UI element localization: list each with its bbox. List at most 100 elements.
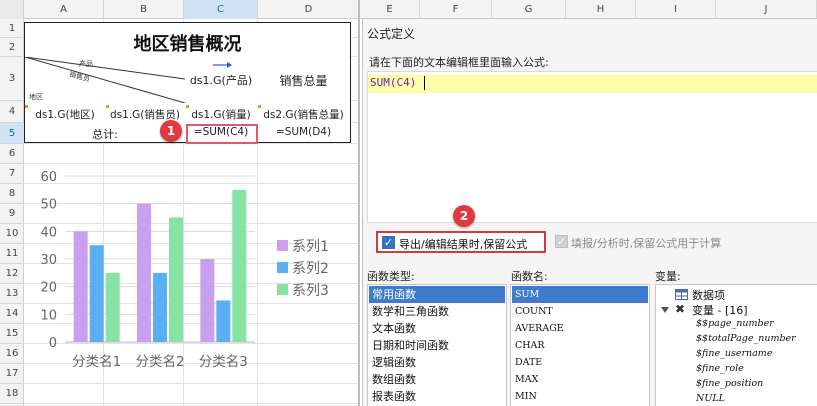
variable-icon: ✖ xyxy=(675,302,686,316)
row-header-1[interactable]: 1 xyxy=(0,19,24,38)
column-header-e[interactable]: E xyxy=(360,0,420,19)
function-name-list[interactable]: SUM COUNT AVERAGE CHAR DATE MAX MIN xyxy=(510,284,650,406)
bar[interactable] xyxy=(169,217,183,343)
bar[interactable] xyxy=(200,259,215,342)
function-name-label: 函数名: xyxy=(511,270,548,283)
keep-formula-on-fill-option: ✓ 填报/分析时,保留公式用于计算 xyxy=(555,234,785,252)
function-type-item[interactable]: 数组函数 xyxy=(369,371,505,388)
variables-tree[interactable]: 数据项 ✖ 变量 - [16] $$page_number $$totalPage… xyxy=(655,284,817,406)
function-name-item[interactable]: AVERAGE xyxy=(512,320,648,337)
row-header-2[interactable]: 2 xyxy=(0,38,24,57)
row-header-12[interactable]: 12 xyxy=(0,264,24,284)
function-type-item[interactable]: 逻辑函数 xyxy=(369,354,505,371)
formula-editor[interactable]: SUM(C4) xyxy=(367,71,817,223)
row-header-6[interactable]: 6 xyxy=(0,144,24,164)
bar-chart[interactable]: 0 10 20 30 40 50 60 分类名1 分类名2 分类名3 系列1 系列2 系列3 xyxy=(25,160,357,386)
y-tick-label: 10 xyxy=(40,308,57,323)
function-name-item[interactable]: DATE xyxy=(512,354,648,371)
legend-label: 系列2 xyxy=(292,261,329,277)
function-name-item[interactable]: MIN xyxy=(512,388,648,405)
row-header-14[interactable]: 14 xyxy=(0,304,24,324)
function-type-item[interactable]: 数学和三角函数 xyxy=(369,303,505,320)
row-header-3[interactable]: 3 xyxy=(0,57,24,101)
row-header-9[interactable]: 9 xyxy=(0,204,24,224)
row-header-10[interactable]: 10 xyxy=(0,224,24,244)
column-header-c[interactable]: C xyxy=(184,0,258,19)
function-type-item[interactable]: 日期和时间函数 xyxy=(369,337,505,354)
function-type-item[interactable]: 报表函数 xyxy=(369,388,505,405)
cell-D3[interactable]: 销售总量 xyxy=(257,57,351,105)
cell-C4-text: ds1.G(销量) xyxy=(191,109,251,121)
row-header-7[interactable]: 7 xyxy=(0,164,24,184)
bar[interactable] xyxy=(153,272,167,342)
bar[interactable] xyxy=(73,231,88,342)
bar[interactable] xyxy=(105,272,120,342)
variable-item[interactable]: $fine_role xyxy=(696,363,744,374)
step-badge-1: 1 xyxy=(160,120,182,142)
row-header-11[interactable]: 11 xyxy=(0,244,24,264)
formula-prompt: 请在下面的文本编辑框里面输入公式: xyxy=(369,56,549,69)
bar[interactable] xyxy=(232,189,247,342)
cell-C3[interactable]: ds1.G(产品) xyxy=(185,57,258,105)
cell-D4[interactable]: ds2.G(销售总量) xyxy=(257,104,351,124)
cell-D5[interactable]: =SUM(D4) xyxy=(257,123,351,143)
row-header-5[interactable]: 5 xyxy=(0,123,24,144)
function-type-item[interactable]: 文本函数 xyxy=(369,320,505,337)
variable-item[interactable]: $fine_position xyxy=(696,378,763,389)
row-header-13[interactable]: 13 xyxy=(0,284,24,304)
pane-divider[interactable] xyxy=(358,0,360,406)
cell-D5-formula: =SUM(D4) xyxy=(275,126,332,138)
variables-label: 变量: xyxy=(655,270,681,283)
text-caret xyxy=(424,76,425,90)
function-type-item[interactable]: 常用函数 xyxy=(369,286,505,303)
row-header-15[interactable]: 15 xyxy=(0,324,24,344)
select-all-corner[interactable] xyxy=(0,0,24,19)
row-header-4[interactable]: 4 xyxy=(0,101,24,123)
check-icon[interactable]: ✓ xyxy=(382,236,395,249)
bar[interactable] xyxy=(137,203,151,342)
column-header-d[interactable]: D xyxy=(258,0,360,19)
variable-item[interactable]: NULL xyxy=(696,393,725,404)
row-header-18[interactable]: 18 xyxy=(0,384,24,404)
spreadsheet[interactable]: ABCD 12345678910111213141516171819 地区销售概… xyxy=(0,0,360,406)
keep-formula-on-fill-label: 填报/分析时,保留公式用于计算 xyxy=(571,237,722,250)
column-header-i[interactable]: I xyxy=(636,0,716,19)
function-name-item[interactable]: COUNT xyxy=(512,303,648,320)
keep-formula-on-export-option[interactable]: ✓ 导出/编辑结果时,保留公式 xyxy=(376,231,546,253)
row-header-16[interactable]: 16 xyxy=(0,344,24,364)
bar[interactable] xyxy=(216,300,231,343)
cell-D3-text: 销售总量 xyxy=(279,74,328,88)
function-name-item[interactable]: MAX xyxy=(512,371,648,388)
tree-item-variables[interactable]: 变量 - [16] xyxy=(692,302,748,318)
row-header-17[interactable]: 17 xyxy=(0,364,24,384)
column-header-g[interactable]: G xyxy=(492,0,566,19)
diagonal-header-cell[interactable]: 产品 销售员 地区 xyxy=(24,57,186,105)
title-cell[interactable]: 地区销售概况 xyxy=(24,22,351,58)
row-header-8[interactable]: 8 xyxy=(0,184,24,204)
function-name-item[interactable]: CHAR xyxy=(512,337,648,354)
formula-text[interactable]: SUM(C4) xyxy=(370,76,416,89)
cell-A4[interactable]: ds1.G(地区) xyxy=(24,104,106,124)
cell-C4[interactable]: ds1.G(销量) xyxy=(185,104,258,124)
column-header-f[interactable]: F xyxy=(420,0,492,19)
chevron-down-icon[interactable] xyxy=(661,307,669,313)
column-header-a[interactable]: A xyxy=(24,0,104,19)
variable-item[interactable]: $$page_number xyxy=(696,318,774,329)
cell-C3-text: ds1.G(产品) xyxy=(189,74,253,87)
tree-item-data[interactable]: 数据项 xyxy=(692,287,725,303)
column-header-b[interactable]: B xyxy=(104,0,184,19)
column-header-h[interactable]: H xyxy=(566,0,636,19)
legend-label: 系列3 xyxy=(292,283,329,299)
variable-item[interactable]: $fine_username xyxy=(696,348,772,359)
expand-marker xyxy=(258,105,261,108)
function-type-list[interactable]: 常用函数 数学和三角函数 文本函数 日期和时间函数 逻辑函数 数组函数 报表函数 xyxy=(367,284,507,406)
diag-label-product: 产品 xyxy=(79,60,93,68)
legend-label: 系列1 xyxy=(292,239,329,255)
diag-label-region: 地区 xyxy=(29,93,43,101)
function-name-item[interactable]: SUM xyxy=(512,286,648,303)
variable-item[interactable]: $$totalPage_number xyxy=(696,333,796,344)
bar[interactable] xyxy=(89,245,104,342)
formula-definition-dialog: 公式定义 请在下面的文本编辑框里面输入公式: SUM(C4) ✓ 导出/编辑结果… xyxy=(362,18,817,406)
column-header-j[interactable]: J xyxy=(716,0,817,19)
y-tick-label: 60 xyxy=(40,170,57,185)
